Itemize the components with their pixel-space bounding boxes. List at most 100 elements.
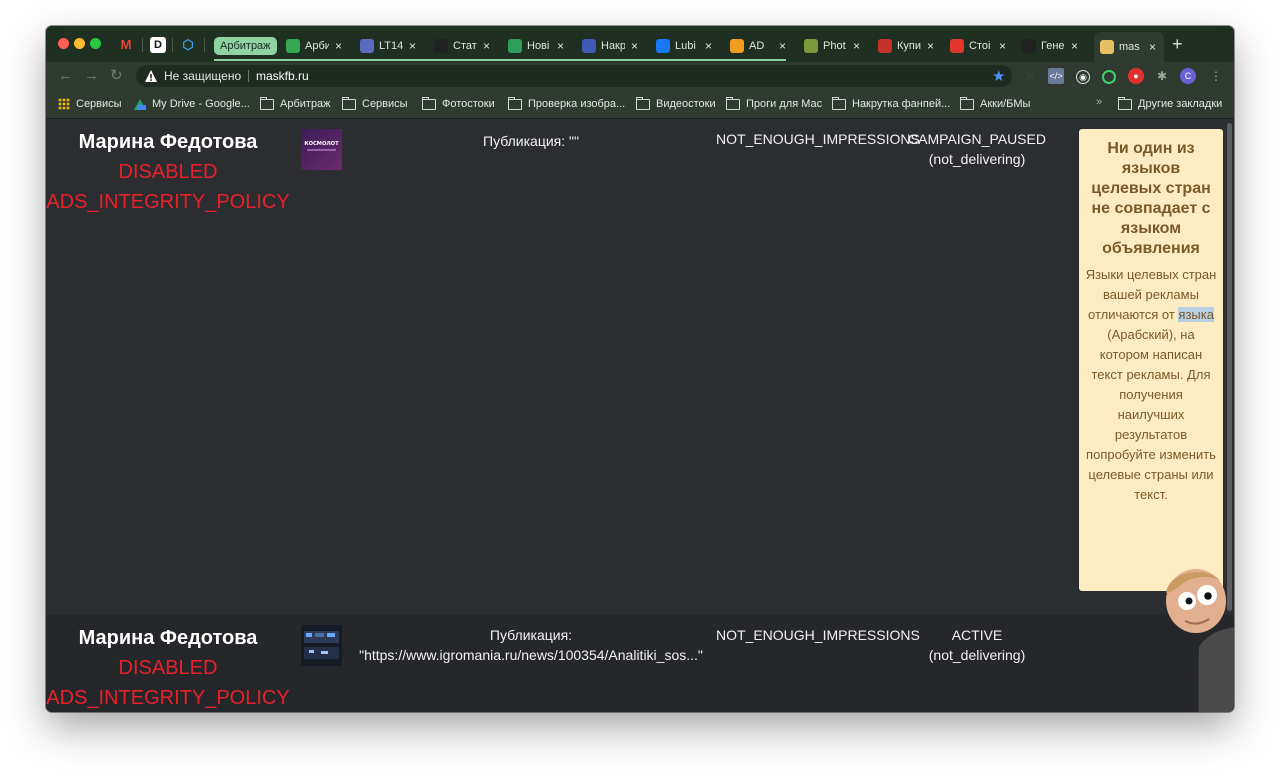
browser-tab[interactable]: Накр × (582, 34, 644, 58)
red-extension-icon[interactable]: ● (1128, 68, 1144, 84)
browser-tab[interactable]: Lubi × (656, 34, 718, 58)
browser-tab[interactable]: Стоі × (950, 34, 1012, 58)
bookmark-item[interactable]: Акки/БМы (960, 96, 1030, 111)
code-extension-icon[interactable]: </> (1048, 68, 1064, 84)
circle-extension-icon[interactable]: ◉ (1076, 70, 1090, 84)
bookmark-label: Проверка изобра... (528, 98, 626, 110)
gmail-icon[interactable]: M (118, 37, 134, 53)
tab-separator (204, 38, 205, 52)
browser-tab[interactable]: Стат × (434, 34, 496, 58)
menu-kebab-icon[interactable]: ⋮ (1208, 68, 1224, 84)
tab-title: Стат (453, 40, 477, 52)
maximize-window-button[interactable] (90, 38, 101, 49)
tab-close-icon[interactable]: × (1149, 40, 1156, 54)
tab-favicon-icon (804, 39, 818, 53)
browser-tab[interactable]: Phot × (804, 34, 866, 58)
bookmark-item[interactable]: Фотостоки (422, 96, 495, 111)
puzzle-extension-icon[interactable]: ⚔ (1022, 68, 1038, 84)
tab-close-icon[interactable]: × (409, 39, 416, 53)
delivery-reason: NOT_ENOUGH_IMPRESSIONS (716, 627, 920, 643)
account-name: Марина Федотова (78, 627, 258, 649)
bookmarks-bar: Сервисы My Drive - Google... Арбитраж Серви… (46, 90, 1234, 119)
other-bookmarks-label: Другие закладки (1138, 98, 1223, 110)
other-bookmarks[interactable]: Другие закладки (1118, 96, 1223, 111)
extensions-puzzle-icon[interactable]: ✱ (1154, 68, 1170, 84)
tab-close-icon[interactable]: × (1071, 39, 1078, 53)
security-status[interactable]: Не защищено (164, 69, 241, 83)
browser-window: M D ⬡ Арбитраж Арбитраж×LT14×Стат×Нові×Н… (46, 26, 1234, 712)
green-ring-extension-icon[interactable] (1102, 70, 1116, 84)
publication-value[interactable]: "https://www.igromania.ru/news/100354/An… (356, 645, 706, 665)
publication: Публикация: "https://www.igromania.ru/ne… (356, 625, 706, 665)
highlighted-word: языка (1178, 307, 1214, 322)
tab-favicon-icon (360, 39, 374, 53)
forward-icon[interactable]: → (84, 67, 99, 85)
browser-tab[interactable]: Купи × (878, 34, 940, 58)
browser-tab[interactable]: mas × (1094, 32, 1164, 62)
bookmark-item[interactable]: Сервисы (342, 96, 408, 111)
delivery-reason: NOT_ENOUGH_IMPRESSIONS (716, 131, 920, 147)
bookmark-item[interactable]: Сервисы (58, 97, 122, 111)
browser-tab[interactable]: AD × (730, 34, 792, 58)
tab-group-underline (214, 59, 786, 61)
close-window-button[interactable] (58, 38, 69, 49)
bookmark-item[interactable]: Накрутка фанпей... (832, 96, 950, 111)
address-separator (248, 70, 249, 82)
browser-tab[interactable]: LT14 × (360, 34, 422, 58)
hexagon-icon[interactable]: ⬡ (180, 37, 196, 53)
minimize-window-button[interactable] (74, 38, 85, 49)
new-tab-button[interactable]: + (1172, 34, 1183, 54)
account-status: DISABLED (118, 161, 218, 183)
tab-favicon-icon (950, 39, 964, 53)
bookmark-item[interactable]: Арбитраж (260, 96, 331, 111)
tab-close-icon[interactable]: × (335, 39, 342, 53)
browser-tab[interactable]: Нові × (508, 34, 570, 58)
tab-group-label[interactable]: Арбитраж (214, 37, 277, 55)
publication-value[interactable]: "" (569, 133, 579, 149)
bookmark-item[interactable]: Проверка изобра... (508, 96, 626, 111)
bookmarks-overflow-chevron[interactable]: » (1096, 96, 1102, 108)
bookmark-item[interactable]: My Drive - Google... (134, 97, 250, 111)
tab-close-icon[interactable]: × (927, 39, 934, 53)
bookmark-label: Арбитраж (280, 98, 331, 110)
bookmark-item[interactable]: Видеостоки (636, 96, 716, 111)
bookmark-star-icon[interactable]: ★ (992, 67, 1005, 85)
ad-thumbnail[interactable]: КОСМОЛОТ (301, 129, 342, 170)
warning-icon[interactable] (144, 69, 158, 83)
tab-close-icon[interactable]: × (483, 39, 490, 53)
folder-icon (726, 96, 740, 110)
tab-close-icon[interactable]: × (631, 39, 638, 53)
back-icon[interactable]: ← (58, 67, 73, 85)
campaign-status-cell: ACTIVE (not_delivering) (906, 625, 1048, 665)
tab-close-icon[interactable]: × (705, 39, 712, 53)
tab-close-icon[interactable]: × (999, 39, 1006, 53)
page-scrollbar[interactable] (1227, 123, 1232, 611)
tab-title: AD (749, 40, 765, 52)
tab-favicon-icon (656, 39, 670, 53)
reload-icon[interactable]: ↻ (110, 67, 123, 85)
ad-row: Марина Федотова DISABLED ADS_INTEGRITY_P… (46, 615, 1234, 712)
page-content: Марина Федотова DISABLED ADS_INTEGRITY_P… (46, 119, 1234, 712)
folder-icon (422, 96, 436, 110)
address-bar[interactable]: Не защищено maskfb.ru ★ (136, 65, 1012, 87)
tab-close-icon[interactable]: × (853, 39, 860, 53)
publication-label: Публикация: (489, 627, 573, 643)
url-text[interactable]: maskfb.ru (256, 69, 309, 83)
campaign-status: ACTIVE (951, 627, 1003, 643)
bookmark-label: Сервисы (362, 98, 408, 110)
profile-avatar[interactable]: C (1180, 68, 1196, 84)
folder-icon (1118, 96, 1132, 110)
bookmark-item[interactable]: Проги для Мас (726, 96, 822, 111)
delivery-status: (not_delivering) (928, 647, 1026, 663)
tab-favicon-icon (434, 39, 448, 53)
tab-close-icon[interactable]: × (779, 39, 786, 53)
tab-title: Гене (1041, 40, 1065, 52)
delivery-status: (not_delivering) (928, 151, 1026, 167)
tab-title: Арбитраж (305, 40, 329, 52)
browser-tab[interactable]: Гене × (1022, 34, 1084, 58)
browser-tab[interactable]: Арбитраж × (286, 34, 348, 58)
pinned-tab-icon[interactable]: D (150, 37, 166, 53)
ad-thumbnail[interactable] (301, 625, 342, 666)
tab-close-icon[interactable]: × (557, 39, 564, 53)
campaign-status-cell: CAMPAIGN_PAUSED (not_delivering) (906, 129, 1048, 169)
